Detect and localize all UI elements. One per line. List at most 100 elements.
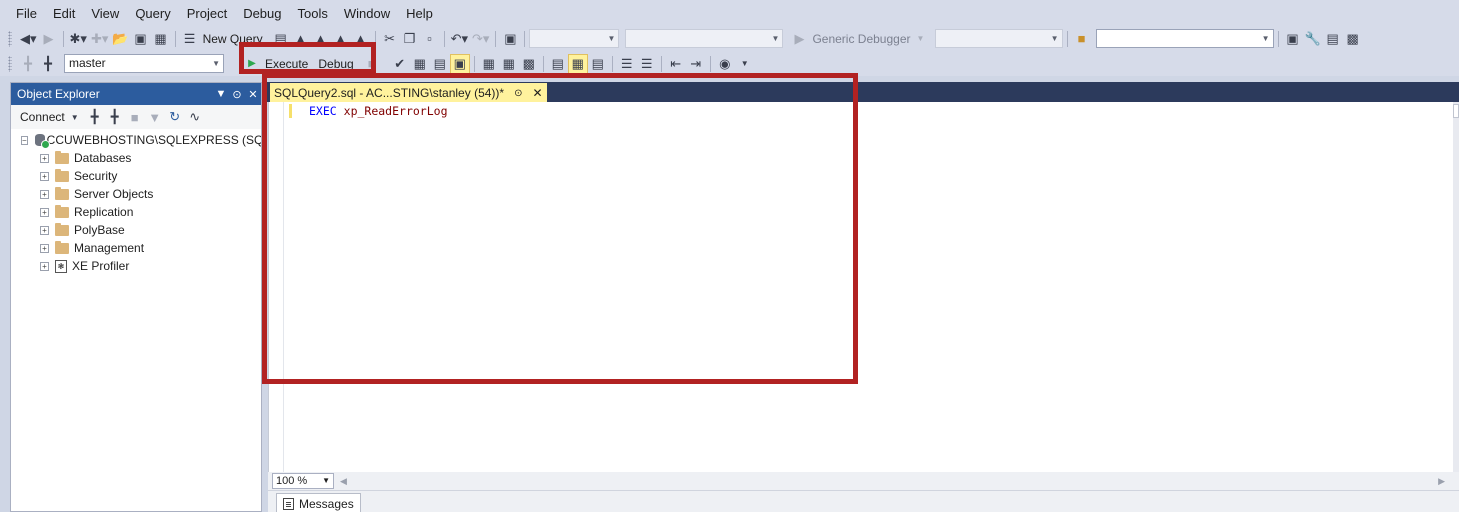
zoom-select[interactable]: 100 % ▼ (272, 473, 334, 489)
dmx-query-icon[interactable]: ▲ (311, 29, 331, 49)
search-combo[interactable]: ▼ (1095, 29, 1274, 48)
properties-wrench-icon[interactable]: 🔧 (1303, 29, 1323, 49)
copy-icon[interactable]: ❐ (400, 29, 420, 49)
connect-icon[interactable]: ╋ (18, 54, 38, 74)
activity-monitor-icon[interactable]: ▣ (500, 29, 520, 49)
solution-config-select[interactable]: ▼ (529, 29, 620, 48)
cut-icon[interactable]: ✂ (380, 29, 400, 49)
activity-monitor-icon[interactable]: ∿ (185, 107, 205, 127)
toolbar-options-icon[interactable]: ▼ (735, 54, 755, 74)
query-designer-icon[interactable]: ▤ (430, 54, 450, 74)
chevron-down-icon[interactable]: ▼ (65, 107, 85, 127)
find-in-files-icon[interactable]: ■ (1072, 29, 1092, 49)
estimated-plan-icon[interactable]: ▦ (410, 54, 430, 74)
execute-icon[interactable]: ▶ (242, 54, 262, 74)
chevron-down-icon[interactable]: ▼ (911, 29, 931, 49)
debug-target-select[interactable]: ▼ (934, 29, 1063, 48)
menu-project[interactable]: Project (179, 0, 235, 27)
more-icon[interactable]: ▩ (1343, 29, 1363, 49)
parse-checkmark-icon[interactable]: ✔ (390, 54, 410, 74)
connect-button[interactable]: Connect (20, 110, 65, 124)
menu-file[interactable]: File (8, 0, 45, 27)
start-debugger-icon[interactable]: ▶ (789, 29, 809, 49)
tree-node-replication[interactable]: + Replication (11, 203, 261, 221)
expand-icon[interactable]: + (40, 225, 49, 235)
window-position-icon[interactable]: ▼ (213, 88, 229, 100)
decrease-indent-icon[interactable]: ⇤ (666, 54, 686, 74)
intellisense-icon[interactable]: ▦ (479, 54, 499, 74)
debugger-select[interactable]: Generic Debugger (812, 32, 910, 46)
open-file-icon[interactable]: 📂 (110, 29, 130, 49)
client-statistics-icon[interactable]: ▤ (548, 54, 568, 74)
menu-tools[interactable]: Tools (290, 0, 336, 27)
filter-icon[interactable]: ▼ (145, 107, 165, 127)
new-query-icon[interactable]: ☰ (180, 29, 200, 49)
expand-icon[interactable]: + (40, 153, 49, 163)
specify-template-values-icon[interactable]: ◉ (715, 54, 735, 74)
uncomment-icon[interactable]: ☰ (637, 54, 657, 74)
tree-node-databases[interactable]: + Databases (11, 149, 261, 167)
solution-explorer-icon[interactable]: ▣ (1283, 29, 1303, 49)
query-tab[interactable]: SQLQuery2.sql - AC...STING\stanley (54))… (270, 83, 547, 103)
scroll-right-icon[interactable]: ▶ (1438, 476, 1445, 487)
query-editor[interactable]: EXEC xp_ReadErrorLog (268, 102, 1459, 472)
tree-node-polybase[interactable]: + PolyBase (11, 221, 261, 239)
save-all-icon[interactable]: ▦ (151, 29, 171, 49)
menu-debug[interactable]: Debug (235, 0, 289, 27)
menu-query[interactable]: Query (127, 0, 178, 27)
debug-button[interactable]: Debug (318, 57, 353, 71)
solution-platform-select[interactable]: ▼ (625, 29, 784, 48)
toolbar-grip[interactable] (8, 30, 12, 47)
change-connection-icon[interactable]: ╋ (38, 54, 58, 74)
vertical-scrollbar[interactable] (1453, 102, 1459, 472)
pin-icon[interactable]: ⊙ (514, 88, 522, 99)
server-node[interactable]: − ACCUWEBHOSTING\SQLEXPRESS (SQL (11, 131, 261, 149)
dax-query-icon[interactable]: ▲ (351, 29, 371, 49)
expand-icon[interactable]: + (40, 207, 49, 217)
cancel-query-icon[interactable]: ■ (362, 54, 382, 74)
disconnect-icon[interactable]: ╋ (105, 107, 125, 127)
xmla-query-icon[interactable]: ▲ (331, 29, 351, 49)
menu-view[interactable]: View (83, 0, 127, 27)
expand-icon[interactable]: + (40, 243, 49, 253)
increase-indent-icon[interactable]: ⇥ (686, 54, 706, 74)
redo-icon[interactable]: ↷▾ (470, 29, 491, 49)
results-to-file-icon[interactable]: ▤ (588, 54, 608, 74)
expand-icon[interactable]: + (40, 171, 49, 181)
collapse-icon[interactable]: − (21, 135, 28, 145)
query-file-icon[interactable]: ▤ (271, 29, 291, 49)
close-icon[interactable]: ✕ (245, 88, 261, 101)
paste-icon[interactable]: ▫ (420, 29, 440, 49)
menu-window[interactable]: Window (336, 0, 398, 27)
new-query-button[interactable]: New Query (203, 32, 263, 46)
connect-plug-icon[interactable]: ╋ (85, 107, 105, 127)
toolbox-icon[interactable]: ▤ (1323, 29, 1343, 49)
add-item-icon[interactable]: ✚▾ (89, 29, 110, 49)
menu-help[interactable]: Help (398, 0, 441, 27)
new-project-icon[interactable]: ✱▾ (68, 29, 89, 49)
refresh-icon[interactable]: ↻ (165, 107, 185, 127)
expand-icon[interactable]: + (40, 189, 49, 199)
scroll-left-icon[interactable]: ◀ (340, 476, 347, 487)
undo-icon[interactable]: ↶▾ (449, 29, 470, 49)
tree-node-management[interactable]: + Management (11, 239, 261, 257)
menu-edit[interactable]: Edit (45, 0, 83, 27)
save-icon[interactable]: ▣ (131, 29, 151, 49)
close-icon[interactable]: ✕ (532, 86, 542, 100)
expand-icon[interactable]: + (40, 261, 49, 271)
available-databases-select[interactable]: master ▼ (64, 54, 224, 73)
code-line-1[interactable]: EXEC xp_ReadErrorLog (309, 104, 448, 118)
execute-button[interactable]: Execute (265, 57, 308, 71)
include-actual-plan-icon[interactable]: ▦ (499, 54, 519, 74)
toolbar-grip[interactable] (8, 55, 12, 72)
back-icon[interactable]: ◀▾ (18, 29, 39, 49)
forward-icon[interactable]: ▶ (39, 29, 59, 49)
tree-node-security[interactable]: + Security (11, 167, 261, 185)
messages-tab[interactable]: Messages (276, 493, 361, 512)
tree-node-xe-profiler[interactable]: + ❃ XE Profiler (11, 257, 261, 275)
live-query-stats-icon[interactable]: ▩ (519, 54, 539, 74)
results-to-grid-icon[interactable]: ▦ (567, 53, 588, 74)
pin-icon[interactable]: ⊙ (229, 88, 245, 101)
stop-icon[interactable]: ■ (125, 107, 145, 127)
comment-out-icon[interactable]: ☰ (617, 54, 637, 74)
